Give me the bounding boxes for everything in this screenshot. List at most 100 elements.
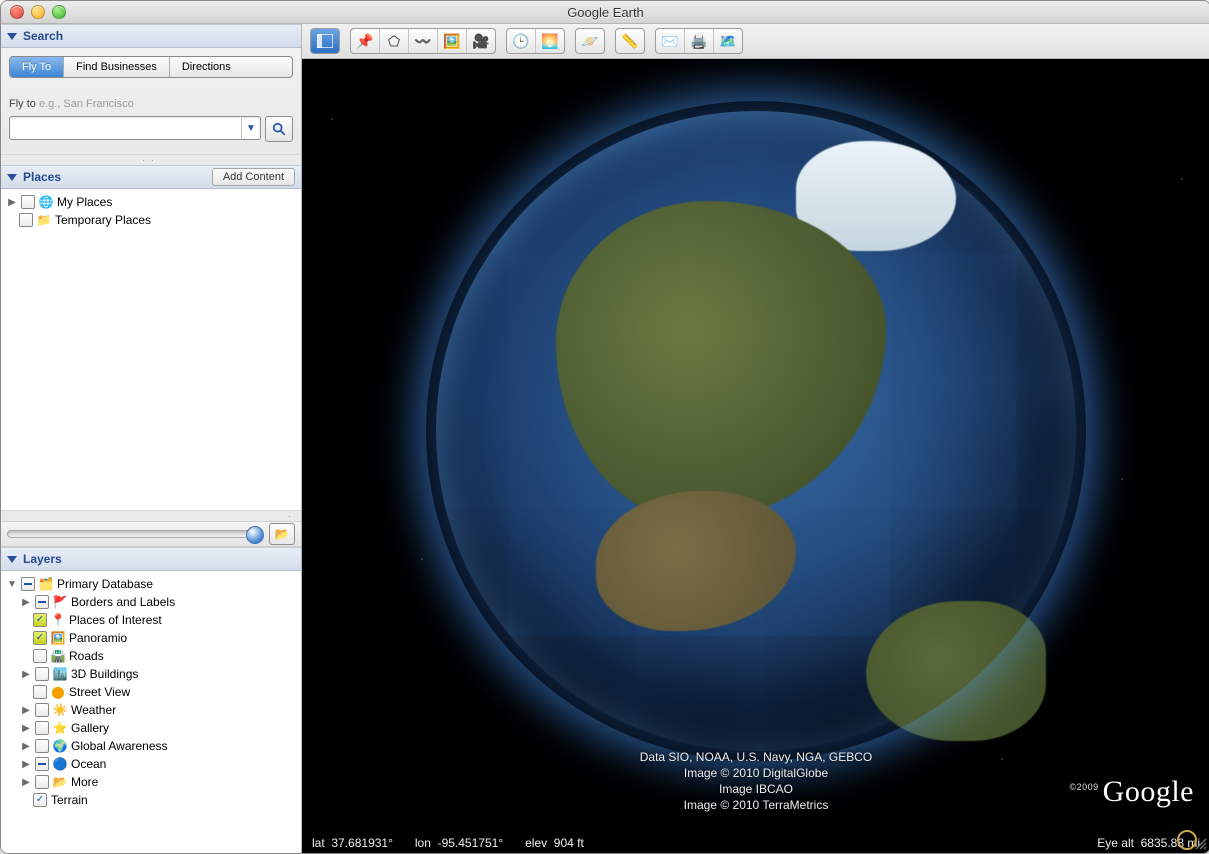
borders-icon: 🚩 xyxy=(53,595,67,609)
tab-directions[interactable]: Directions xyxy=(170,57,243,77)
add-path-button[interactable]: 〰️ xyxy=(409,29,438,53)
search-panel: Fly To Find Businesses Directions Fly to… xyxy=(1,48,301,154)
slider-knob[interactable] xyxy=(246,526,264,544)
buildings-icon: 🏙️ xyxy=(53,667,67,681)
earth-globe xyxy=(436,111,1076,751)
checkbox[interactable] xyxy=(19,213,33,227)
flyto-hint: e.g., San Francisco xyxy=(39,98,134,110)
search-tabs: Fly To Find Businesses Directions xyxy=(9,56,293,78)
tree-label: Gallery xyxy=(71,721,109,735)
disclosure-triangle-icon[interactable]: ▶ xyxy=(21,777,31,788)
print-button[interactable]: 🖨️ xyxy=(685,29,714,53)
disclosure-triangle-icon[interactable]: ▼ xyxy=(7,579,17,590)
photo-icon: 🖼️ xyxy=(51,631,65,645)
checkbox[interactable] xyxy=(21,195,35,209)
weather-icon: ☀️ xyxy=(53,703,67,717)
tree-row-borders[interactable]: ▶ 🚩 Borders and Labels xyxy=(5,593,297,611)
search-panel-header[interactable]: Search xyxy=(1,24,301,48)
tree-row-poi[interactable]: 📍 Places of Interest xyxy=(5,611,297,629)
checkbox[interactable] xyxy=(35,757,49,771)
tree-row-3d-buildings[interactable]: ▶ 🏙️ 3D Buildings xyxy=(5,665,297,683)
disclosure-triangle-icon[interactable]: ▶ xyxy=(7,197,17,208)
historical-imagery-button[interactable]: 🕒 xyxy=(507,29,536,53)
search-button[interactable] xyxy=(265,116,293,142)
checkbox[interactable] xyxy=(21,577,35,591)
disclosure-triangle-icon[interactable]: ▶ xyxy=(21,723,31,734)
checkbox[interactable] xyxy=(35,667,49,681)
disclosure-triangle-icon[interactable]: ▶ xyxy=(21,669,31,680)
tree-row-street-view[interactable]: ⬤ Street View xyxy=(5,683,297,701)
checkbox[interactable] xyxy=(33,649,47,663)
add-image-overlay-button[interactable]: 🖼️ xyxy=(438,29,467,53)
resize-grip-icon[interactable] xyxy=(1193,836,1207,850)
search-panel-title: Search xyxy=(23,29,63,43)
ocean-icon: 🔵 xyxy=(53,757,67,771)
tree-row-my-places[interactable]: ▶ 🌐 My Places xyxy=(5,193,297,211)
places-panel-title: Places xyxy=(23,170,61,184)
tree-row-roads[interactable]: 🛣️ Roads xyxy=(5,647,297,665)
places-folder-button[interactable]: 📂 xyxy=(269,523,295,545)
add-polygon-button[interactable]: ⬠ xyxy=(380,29,409,53)
window-title: Google Earth xyxy=(1,5,1209,20)
tree-row-temp-places[interactable]: 📁 Temporary Places xyxy=(5,211,297,229)
ruler-button[interactable]: 📏 xyxy=(616,29,644,53)
search-history-dropdown[interactable]: ▼ xyxy=(241,118,260,138)
globe-viewport[interactable]: Data SIO, NOAA, U.S. Navy, NGA, GEBCO Im… xyxy=(302,59,1209,833)
tree-row-gallery[interactable]: ▶ ⭐ Gallery xyxy=(5,719,297,737)
record-tour-button[interactable]: 🎥 xyxy=(467,29,495,53)
tree-label: More xyxy=(71,775,98,789)
add-placemark-button[interactable]: 📌 xyxy=(351,29,380,53)
panel-resize-grip[interactable]: ·· xyxy=(1,154,301,165)
checkbox[interactable] xyxy=(35,739,49,753)
tree-row-panoramio[interactable]: 🖼️ Panoramio xyxy=(5,629,297,647)
magnifier-icon xyxy=(272,122,286,136)
places-tree: ▶ 🌐 My Places 📁 Temporary Places xyxy=(1,189,301,510)
checkbox[interactable] xyxy=(33,631,47,645)
tree-row-global-awareness[interactable]: ▶ 🌍 Global Awareness xyxy=(5,737,297,755)
tab-fly-to[interactable]: Fly To xyxy=(10,57,64,77)
tab-find-businesses[interactable]: Find Businesses xyxy=(64,57,170,77)
tree-label: Street View xyxy=(69,685,130,699)
search-input[interactable] xyxy=(10,121,241,135)
layers-tree: ▼ 🗂️ Primary Database ▶ 🚩 Borders and La… xyxy=(1,571,301,853)
clock-icon: 🕒 xyxy=(512,33,529,50)
globe-icon: 🌍 xyxy=(53,739,67,753)
disclosure-triangle-icon[interactable]: ▶ xyxy=(21,759,31,770)
checkbox[interactable] xyxy=(35,595,49,609)
sunlight-button[interactable]: 🌅 xyxy=(536,29,564,53)
checkbox[interactable] xyxy=(33,685,47,699)
planet-icon: 🪐 xyxy=(581,33,598,50)
polygon-icon: ⬠ xyxy=(388,33,400,50)
add-content-button[interactable]: Add Content xyxy=(212,168,295,186)
tree-row-ocean[interactable]: ▶ 🔵 Ocean xyxy=(5,755,297,773)
database-icon: 🗂️ xyxy=(39,577,53,591)
checkbox[interactable] xyxy=(35,703,49,717)
sky-button[interactable]: 🪐 xyxy=(576,29,604,53)
opacity-slider-row: 📂 xyxy=(1,521,301,547)
panel-resize-grip[interactable]: · xyxy=(1,510,301,521)
elev-readout: elev 904 ft xyxy=(525,836,584,850)
view-in-maps-button[interactable]: 🗺️ xyxy=(714,29,742,53)
layers-panel-header[interactable]: Layers xyxy=(1,547,301,571)
checkbox[interactable] xyxy=(33,613,47,627)
checkbox[interactable] xyxy=(35,775,49,789)
checkbox[interactable] xyxy=(35,721,49,735)
tree-row-more[interactable]: ▶ 📂 More xyxy=(5,773,297,791)
flyto-prefix: Fly to xyxy=(9,98,39,110)
places-panel-header[interactable]: Places Add Content xyxy=(1,165,301,189)
tree-label: Panoramio xyxy=(69,631,127,645)
logo-year: ©2009 xyxy=(1070,782,1099,792)
tree-row-primary-database[interactable]: ▼ 🗂️ Primary Database xyxy=(5,575,297,593)
opacity-slider[interactable] xyxy=(7,530,263,538)
disclosure-triangle-icon[interactable]: ▶ xyxy=(21,705,31,716)
disclosure-triangle-icon[interactable]: ▶ xyxy=(21,597,31,608)
tree-label: My Places xyxy=(57,195,112,209)
email-button[interactable]: ✉️ xyxy=(656,29,685,53)
tree-row-weather[interactable]: ▶ ☀️ Weather xyxy=(5,701,297,719)
tree-label: Global Awareness xyxy=(71,739,168,753)
search-input-wrap: ▼ xyxy=(9,116,261,140)
disclosure-triangle-icon[interactable]: ▶ xyxy=(21,741,31,752)
checkbox[interactable] xyxy=(33,793,47,807)
tree-row-terrain[interactable]: Terrain xyxy=(5,791,297,809)
toggle-sidebar-button[interactable] xyxy=(311,29,339,53)
